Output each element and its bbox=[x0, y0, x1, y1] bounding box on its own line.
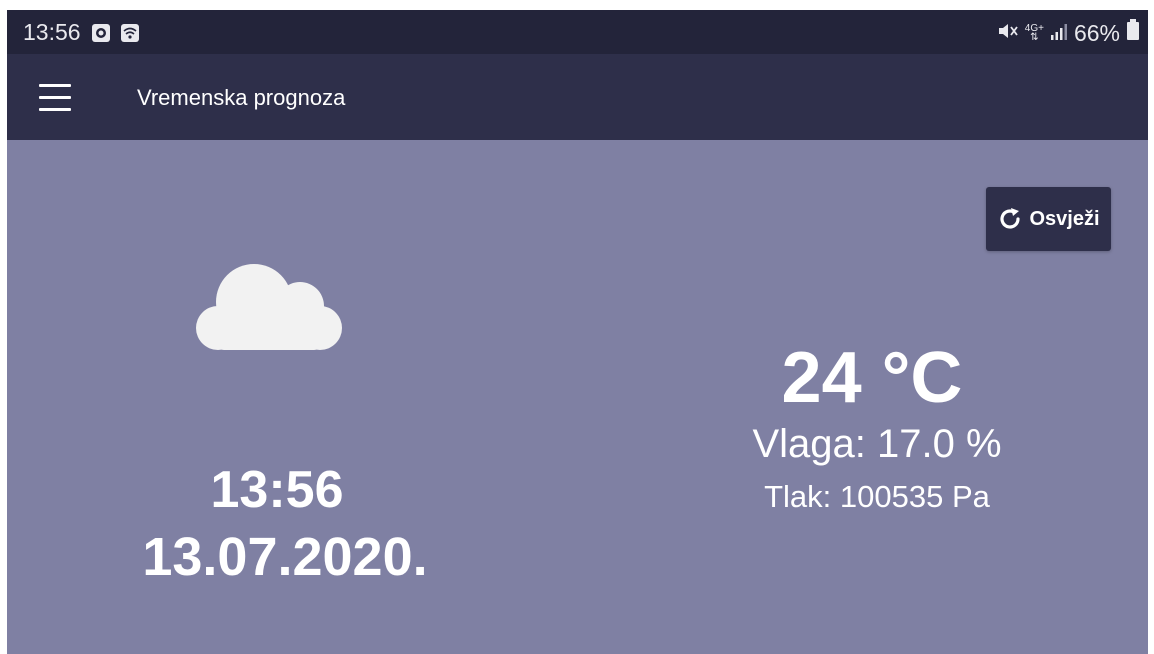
status-time: 13:56 bbox=[23, 19, 81, 45]
clock-time: 13:56 bbox=[210, 461, 344, 519]
wifi-icon bbox=[120, 23, 140, 43]
battery-icon bbox=[1126, 19, 1140, 47]
cloud-icon bbox=[192, 258, 346, 359]
refresh-label: Osvježi bbox=[1029, 207, 1100, 230]
refresh-icon bbox=[997, 206, 1023, 232]
app-title: Vremenska prognoza bbox=[137, 85, 346, 110]
mute-icon bbox=[997, 20, 1019, 47]
hamburger-menu-icon[interactable] bbox=[37, 84, 73, 112]
app-screen: 13:56 4G+ ⇅ 66% Vremenska prognoza Osvje… bbox=[7, 10, 1148, 654]
status-bar: 13:56 4G+ ⇅ 66% bbox=[7, 10, 1148, 54]
temperature-value: 24 °C bbox=[781, 338, 963, 418]
humidity-value: Vlaga: 17.0 % bbox=[752, 422, 1002, 466]
refresh-button[interactable]: Osvježi bbox=[986, 187, 1111, 251]
status-right-group: 4G+ ⇅ 66% bbox=[997, 19, 1140, 47]
network-4g-icon: 4G+ ⇅ bbox=[1024, 23, 1044, 43]
signal-icon bbox=[1050, 20, 1068, 47]
app-bar: Vremenska prognoza bbox=[7, 54, 1148, 140]
screen-record-icon bbox=[91, 23, 111, 43]
battery-percent: 66% bbox=[1073, 19, 1120, 46]
pressure-value: Tlak: 100535 Pa bbox=[764, 479, 990, 514]
clock-date: 13.07.2020. bbox=[142, 527, 428, 587]
